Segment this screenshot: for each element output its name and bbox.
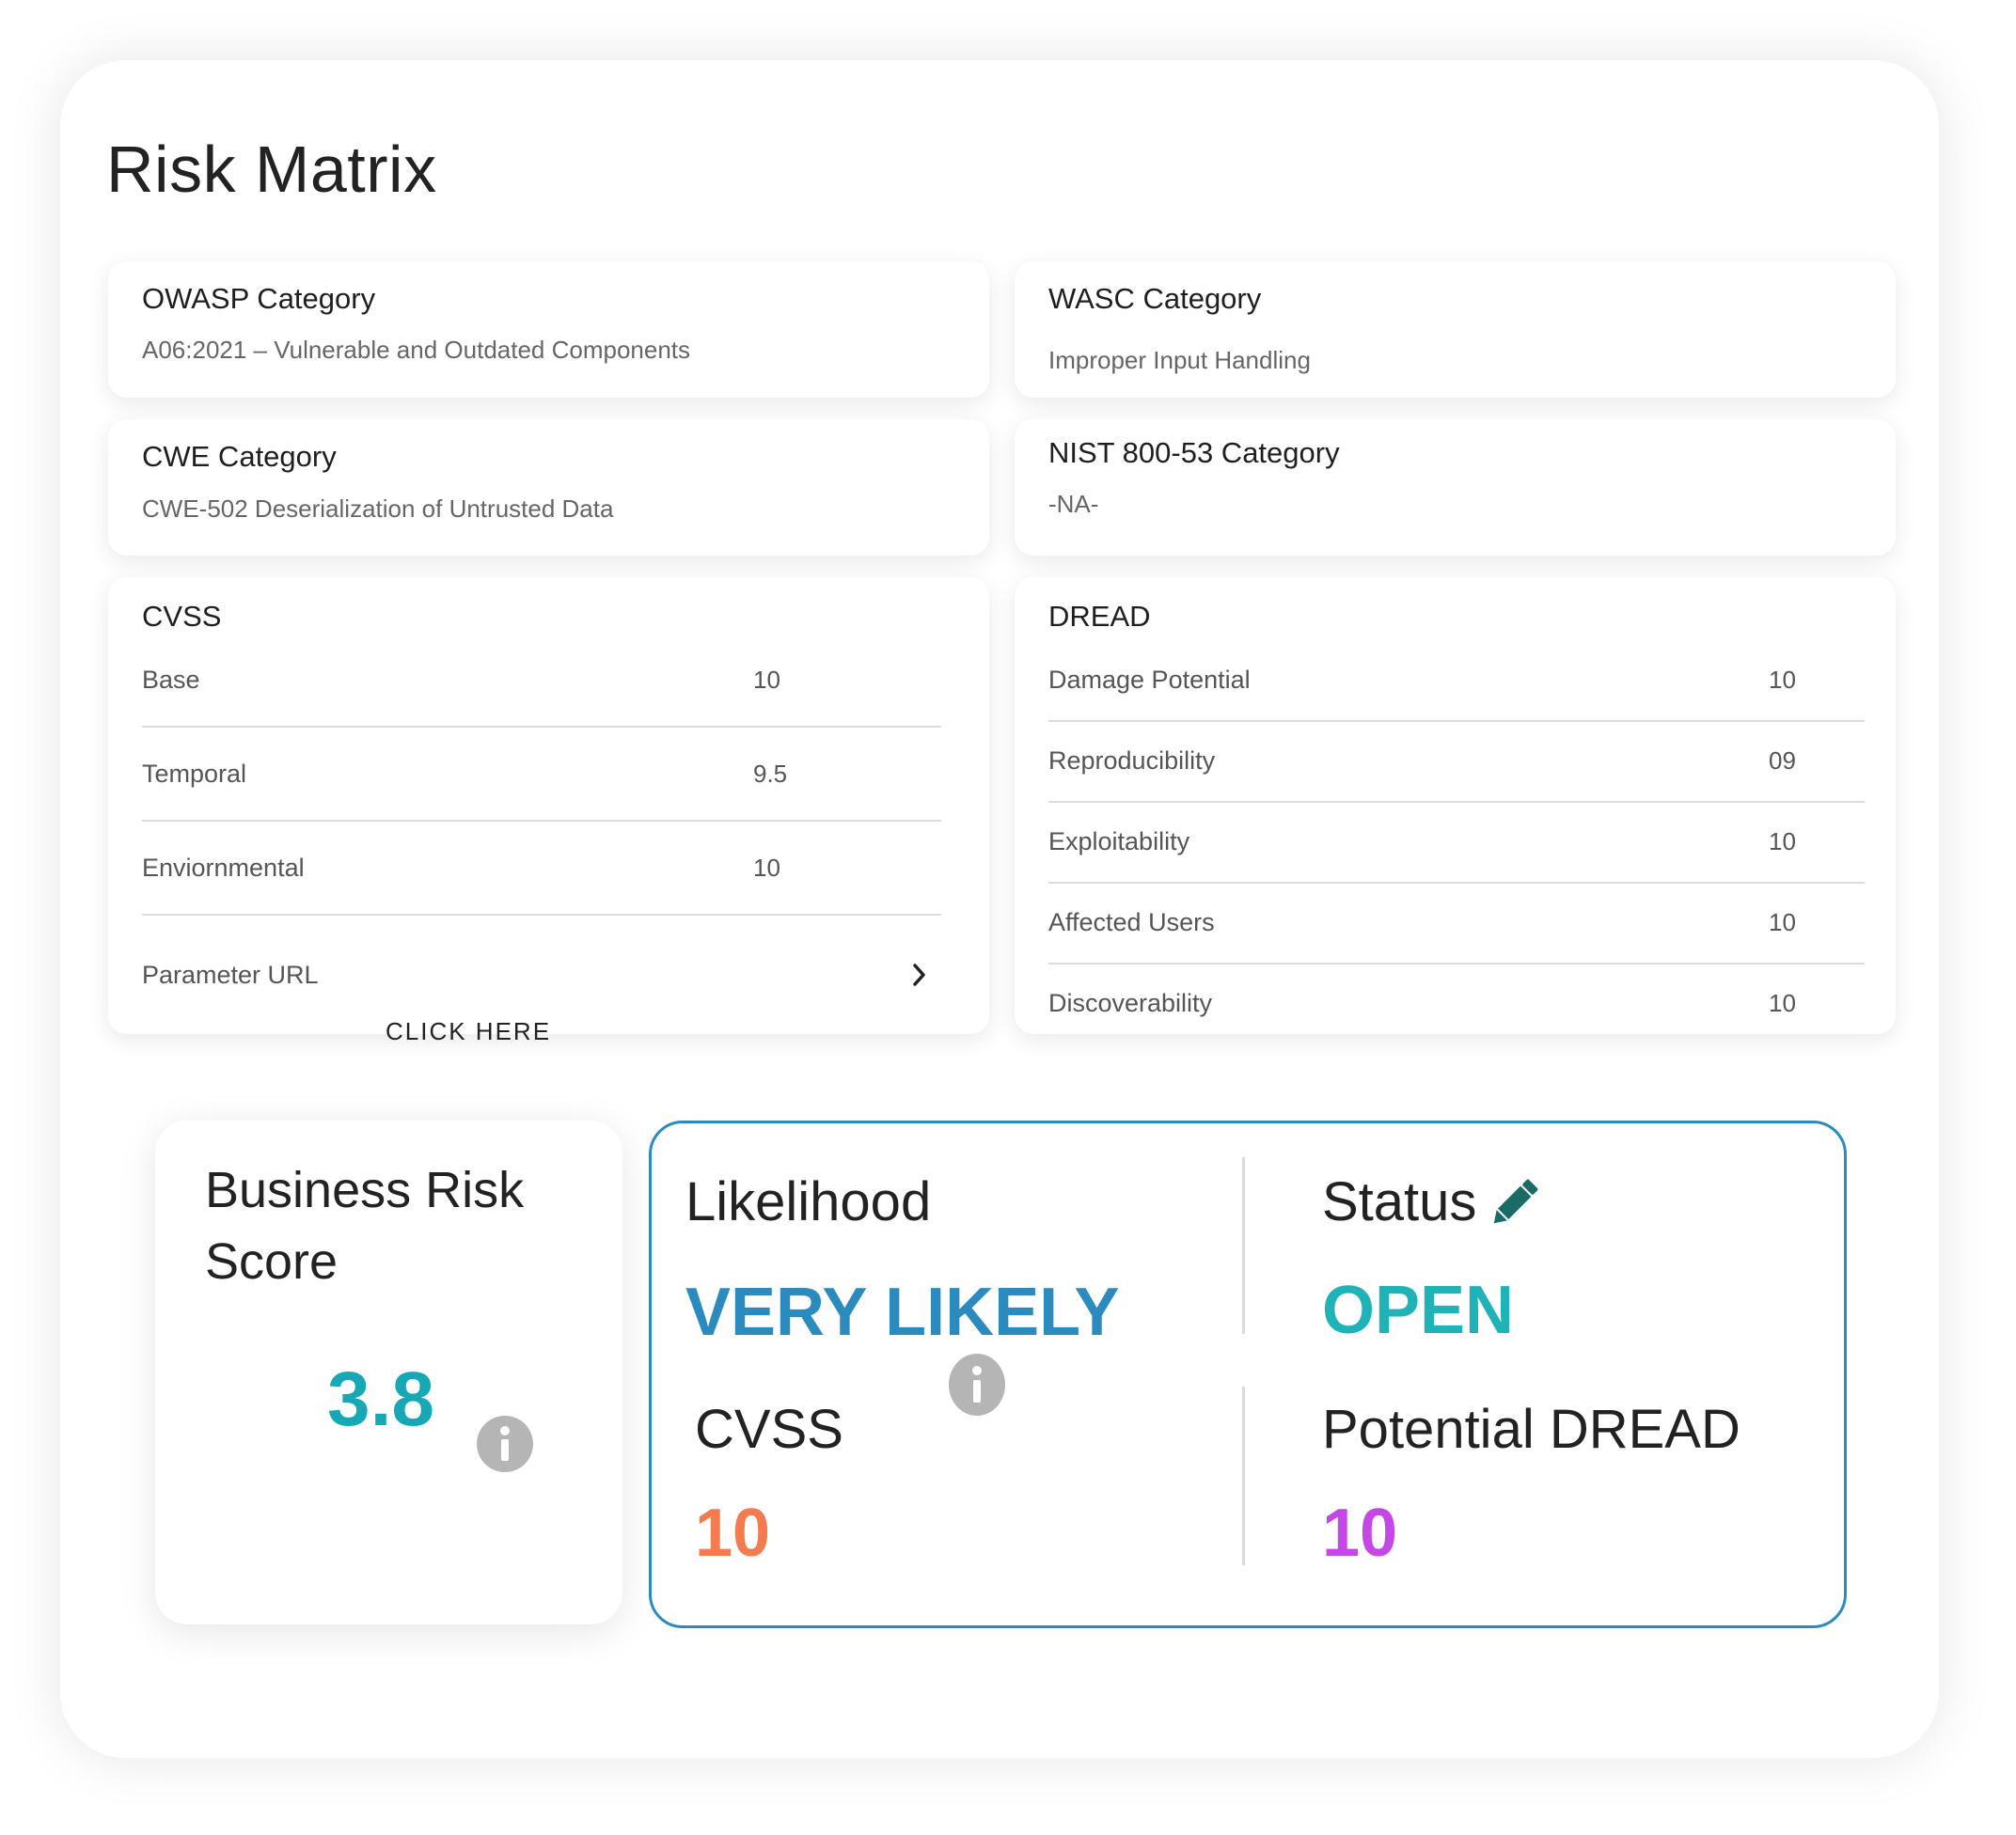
cvss-summary-value: 10: [695, 1496, 771, 1571]
potential-dread-value: 10: [1322, 1496, 1398, 1571]
cwe-label: CWE Category: [142, 440, 337, 473]
nist-value: -NA-: [1048, 490, 1099, 518]
wasc-label: WASC Category: [1048, 282, 1262, 315]
divider: [1048, 720, 1865, 722]
wasc-card: WASC Category Improper Input Handling: [1015, 261, 1896, 398]
likelihood-value: VERY LIKELY: [685, 1275, 1120, 1350]
dread-row-label: Affected Users: [1048, 908, 1215, 936]
cvss-row-label: Temporal: [142, 760, 247, 788]
parameter-url-label: Parameter URL: [142, 961, 319, 989]
dread-row-value: 10: [1769, 908, 1796, 936]
nist-label: NIST 800-53 Category: [1048, 436, 1340, 469]
wasc-value: Improper Input Handling: [1048, 346, 1311, 374]
dread-row-value: 10: [1769, 666, 1796, 694]
business-risk-score-card: Business Risk Score 3.8: [155, 1121, 622, 1624]
dread-row-value: 10: [1769, 827, 1796, 855]
cvss-row-value: 10: [753, 666, 780, 694]
click-here-link[interactable]: CLICK HERE: [386, 1017, 551, 1046]
dread-row-value: 09: [1769, 746, 1796, 775]
cvss-row-label: Enviornmental: [142, 854, 305, 882]
cvss-row-value: 9.5: [753, 760, 788, 788]
business-risk-score-value: 3.8: [327, 1357, 434, 1442]
dread-label: DREAD: [1048, 600, 1151, 633]
owasp-label: OWASP Category: [142, 282, 376, 315]
dread-row-label: Reproducibility: [1048, 746, 1216, 775]
status-value: OPEN: [1322, 1273, 1515, 1348]
cvss-label: CVSS: [142, 600, 222, 633]
page-title: Risk Matrix: [106, 133, 437, 206]
info-icon[interactable]: [949, 1354, 1005, 1416]
owasp-value: A06:2021 – Vulnerable and Outdated Compo…: [142, 336, 691, 364]
dread-row-value: 10: [1769, 989, 1796, 1017]
cvss-card: CVSS Base 10 Temporal 9.5 Enviornmental …: [108, 577, 989, 1034]
divider: [1048, 882, 1865, 884]
dread-card: DREAD Damage Potential 10 Reproducibilit…: [1015, 577, 1896, 1034]
divider: [1242, 1157, 1245, 1334]
cvss-row-label: Base: [142, 666, 200, 694]
owasp-card: OWASP Category A06:2021 – Vulnerable and…: [108, 261, 989, 398]
business-risk-score-label: Business Risk Score: [205, 1162, 525, 1290]
dread-row-label: Exploitability: [1048, 827, 1190, 855]
divider: [1242, 1387, 1245, 1565]
metrics-card: Likelihood VERY LIKELY Status OPEN CVSS …: [649, 1121, 1847, 1628]
dread-row-label: Damage Potential: [1048, 666, 1251, 694]
cwe-card: CWE Category CWE-502 Deserialization of …: [108, 419, 989, 556]
pencil-icon[interactable]: [1485, 1174, 1543, 1232]
cvss-row-value: 10: [753, 854, 780, 882]
divider: [1048, 963, 1865, 965]
divider: [142, 914, 941, 916]
info-icon[interactable]: [477, 1416, 533, 1472]
dread-row-label: Discoverability: [1048, 989, 1213, 1017]
status-label: Status: [1322, 1171, 1477, 1232]
divider: [142, 726, 941, 728]
divider: [142, 820, 941, 822]
cwe-value: CWE-502 Deserialization of Untrusted Dat…: [142, 494, 614, 523]
likelihood-label: Likelihood: [685, 1171, 932, 1232]
divider: [1048, 801, 1865, 803]
nist-card: NIST 800-53 Category -NA-: [1015, 419, 1896, 556]
cvss-summary-label: CVSS: [695, 1399, 843, 1460]
chevron-right-icon[interactable]: [909, 961, 930, 989]
potential-dread-label: Potential DREAD: [1322, 1399, 1740, 1460]
